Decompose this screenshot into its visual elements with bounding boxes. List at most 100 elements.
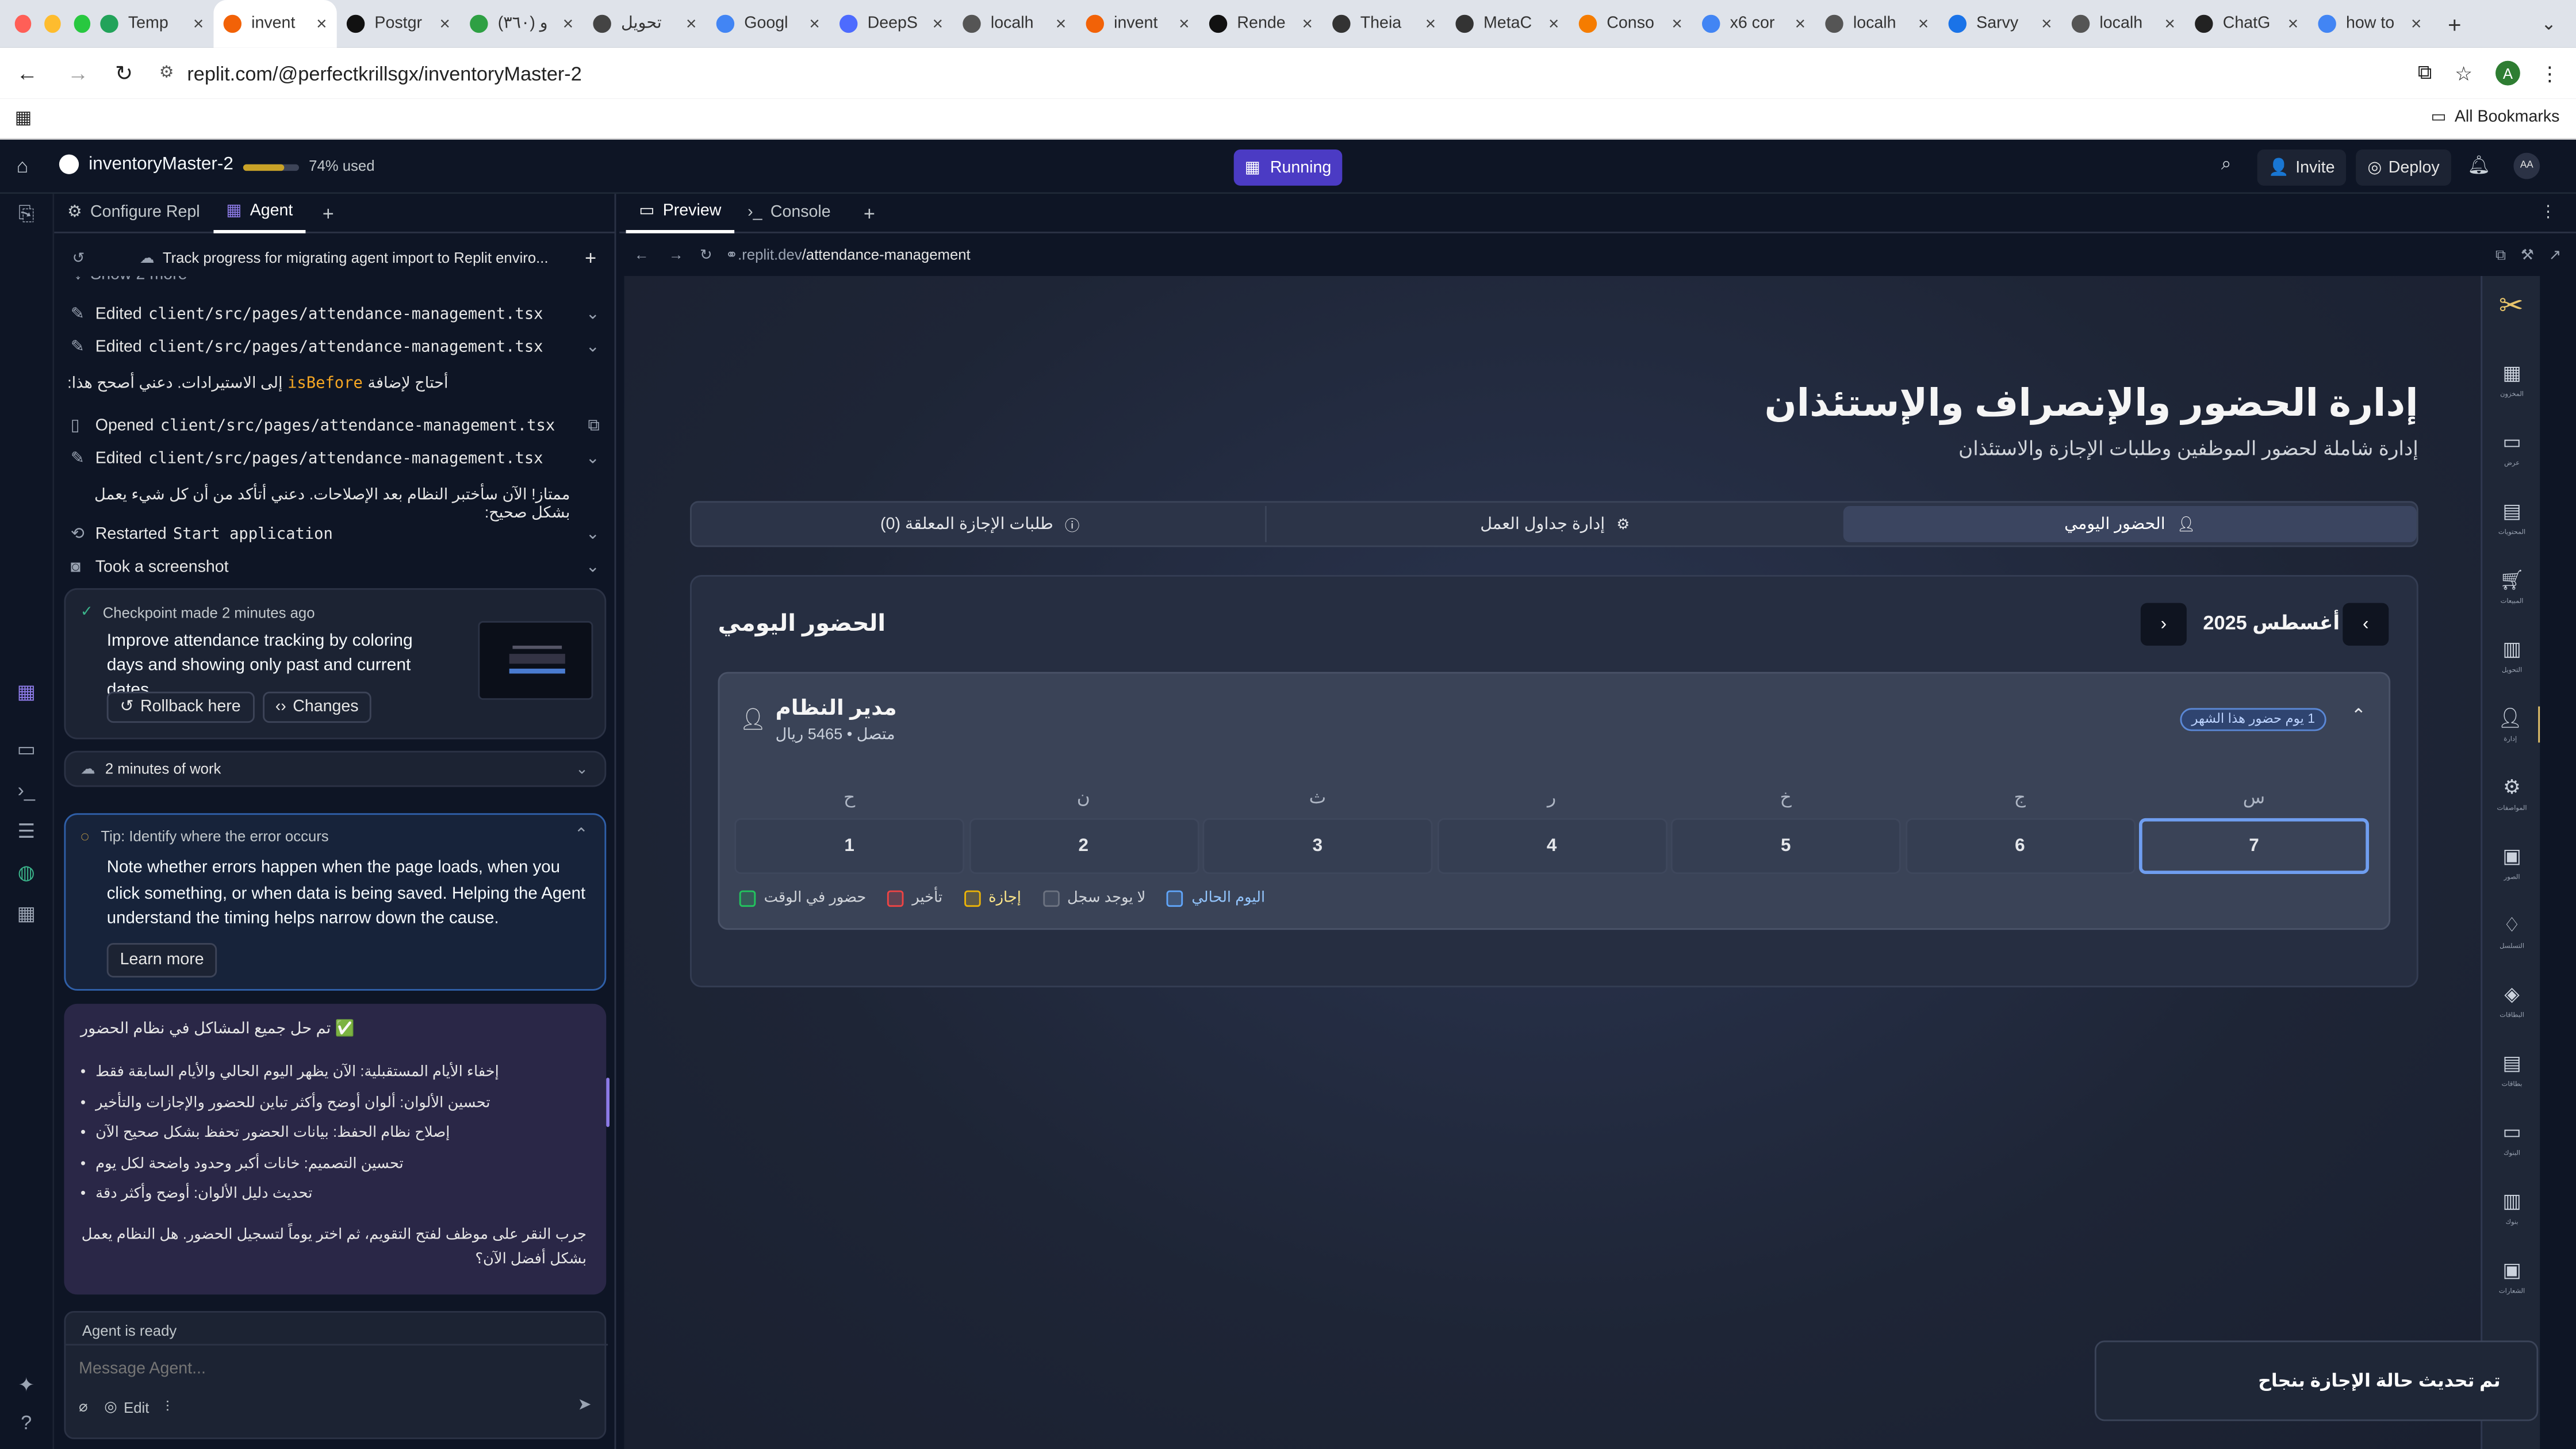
browser-tab[interactable]: localh × [1815,0,1938,48]
reload-icon[interactable]: ↻ [115,60,133,86]
add-preview-tab-button[interactable]: + [844,201,895,224]
forward-icon[interactable]: → [67,61,89,86]
app-sidebar-item[interactable]: ♢ التسلسل [2482,914,2540,950]
search-icon[interactable]: ⌕ [2221,155,2232,176]
changes-button[interactable]: ‹› Changes [262,691,372,723]
next-month-button[interactable]: › [2140,603,2187,646]
close-tab-icon[interactable]: × [1795,14,1805,33]
close-tab-icon[interactable]: × [1302,14,1312,33]
app-sidebar-item[interactable]: ▥ التحويل [2482,638,2540,674]
open-external-icon[interactable]: ⧉ [588,416,599,434]
rollback-button[interactable]: ↺ Rollback here [106,691,254,723]
omnibox[interactable]: ⚙ replit.com/@perfectkrillsgx/inventoryM… [150,55,2418,91]
files-icon[interactable]: ⎘ [13,201,40,227]
shell-icon[interactable]: ›_ [13,777,40,803]
devices-icon[interactable]: ⧉ [2496,246,2506,263]
tab-daily-attendance[interactable]: 👤︎ الحضور اليومي [1843,506,2417,542]
close-tab-icon[interactable]: × [1179,14,1189,33]
help-icon[interactable]: ? [13,1409,40,1436]
app-sidebar-item[interactable]: ▣ الصور [2482,845,2540,881]
history-icon[interactable]: ↺ [72,249,95,267]
day-cell[interactable]: 5 [1670,818,1901,874]
close-tab-icon[interactable]: × [1918,14,1929,33]
send-icon[interactable]: ➤ [578,1397,592,1414]
close-tab-icon[interactable]: × [193,14,204,33]
chevron-up-icon[interactable]: ⌃ [2351,705,2366,726]
bookmark-star-icon[interactable]: ☆ [2455,62,2472,85]
user-avatar[interactable]: AA [2513,152,2540,179]
more-options-icon[interactable]: ⋮ [2540,204,2556,221]
browser-menu-icon[interactable]: ⋮ [2540,62,2559,85]
browser-tab[interactable]: how to × [2308,0,2431,48]
edit-mode-button[interactable]: ◎ Edit [104,1398,149,1416]
new-tab-button[interactable]: + [2448,11,2461,37]
browser-tab[interactable]: Postgr × [337,0,460,48]
browser-tab[interactable]: DeepS × [830,0,953,48]
tab-configure-repl[interactable]: ⚙ Configure Repl [54,193,213,233]
action-opened[interactable]: ▯ Opened client/src/pages/attendance-man… [71,412,600,439]
app-sidebar-item[interactable]: ▭ البنوك [2482,1121,2540,1157]
tab-pending-leave[interactable]: ⓘ طلبات الإجازة المعلقة (0) [695,506,1267,542]
browser-tab[interactable]: localh × [2062,0,2185,48]
close-tab-icon[interactable]: × [809,14,819,33]
attach-icon[interactable]: ⌀ [79,1398,87,1416]
globe-icon[interactable]: ◍ [13,859,40,885]
bell-icon[interactable]: 🔔︎ [2467,155,2490,175]
chevron-up-icon[interactable]: ⌃ [574,826,588,844]
action-edited-1[interactable]: ✎ Edited client/src/pages/attendance-man… [71,301,600,327]
scrollbar-thumb[interactable] [606,1078,610,1127]
close-window-button[interactable] [14,14,32,33]
tab-work-schedules[interactable]: ⚙ إدارة جداول العمل [1270,506,1840,542]
tab-agent[interactable]: ▦ Agent [213,193,306,233]
close-tab-icon[interactable]: × [686,14,696,33]
day-cell[interactable]: 3 [1202,818,1433,874]
learn-more-button[interactable]: Learn more [106,943,217,977]
day-cell[interactable]: 2 [968,818,1199,874]
browser-tab[interactable]: Googl × [707,0,830,48]
work-time-row[interactable]: ☁ 2 minutes of work ⌄ [64,750,607,787]
app-sidebar-item[interactable]: ◈ البطاقات [2482,983,2540,1019]
minimize-window-button[interactable] [44,14,61,33]
app-sidebar-item[interactable]: 👤︎ إدارة [2482,706,2540,743]
close-tab-icon[interactable]: × [2164,14,2175,33]
browser-tab[interactable]: x6 cor × [1692,0,1815,48]
browser-tab[interactable]: localh × [953,0,1076,48]
close-tab-icon[interactable]: × [1056,14,1066,33]
deploy-button[interactable]: ◎ Deploy [2356,150,2451,186]
sparkle-icon[interactable]: ✦ [13,1372,40,1398]
close-tab-icon[interactable]: × [1425,14,1436,33]
close-tab-icon[interactable]: × [316,14,327,33]
show-more-button[interactable]: ↓ Show 2 more [74,276,187,284]
close-tab-icon[interactable]: × [933,14,943,33]
browser-tab[interactable]: MetaC × [1446,0,1569,48]
message-input[interactable] [79,1354,592,1383]
browser-tab[interactable]: invent × [213,0,337,48]
cast-icon[interactable]: ⧉ [2418,61,2432,86]
checkpoint-thumbnail[interactable] [478,621,593,700]
tools-grid-icon[interactable]: ▦ [13,900,40,927]
settings-sliders-icon[interactable]: ⫶ [166,1398,169,1416]
browser-tab[interactable]: invent × [1076,0,1199,48]
action-edited-2[interactable]: ✎ Edited client/src/pages/attendance-man… [71,334,600,360]
app-sidebar-item[interactable]: ▭ عرض [2482,431,2540,467]
employee-card[interactable]: 👤︎ مدير النظام متصل • 5465 ريال 1 يوم حض… [718,672,2391,930]
all-bookmarks[interactable]: ▭ All Bookmarks [2431,109,2560,126]
day-cell[interactable]: 1 [734,818,965,874]
close-tab-icon[interactable]: × [1548,14,1559,33]
database-icon[interactable]: ☰ [13,818,40,845]
day-cell-today[interactable]: 7 [2139,818,2369,874]
app-sidebar-item[interactable]: 🛒︎ المبيعات [2482,569,2540,605]
preview-icon[interactable]: ▭ [13,736,40,762]
action-restarted[interactable]: ⟲ Restarted Start application ⌄ [71,521,600,547]
preview-forward-icon[interactable]: → [669,247,684,263]
browser-tab[interactable]: (٣٦٠) و × [460,0,583,48]
browser-tab[interactable]: Theia × [1322,0,1446,48]
run-status-button[interactable]: ▦ Running [1233,150,1343,186]
close-tab-icon[interactable]: × [1672,14,1682,33]
close-tab-icon[interactable]: × [563,14,573,33]
app-sidebar-item[interactable]: ▥ بنوك [2482,1190,2540,1226]
preview-back-icon[interactable]: ← [634,247,649,263]
browser-tab[interactable]: Rende × [1199,0,1322,48]
profile-avatar[interactable]: A [2496,60,2520,86]
action-screenshot[interactable]: ◙ Took a screenshot ⌄ [71,554,600,580]
